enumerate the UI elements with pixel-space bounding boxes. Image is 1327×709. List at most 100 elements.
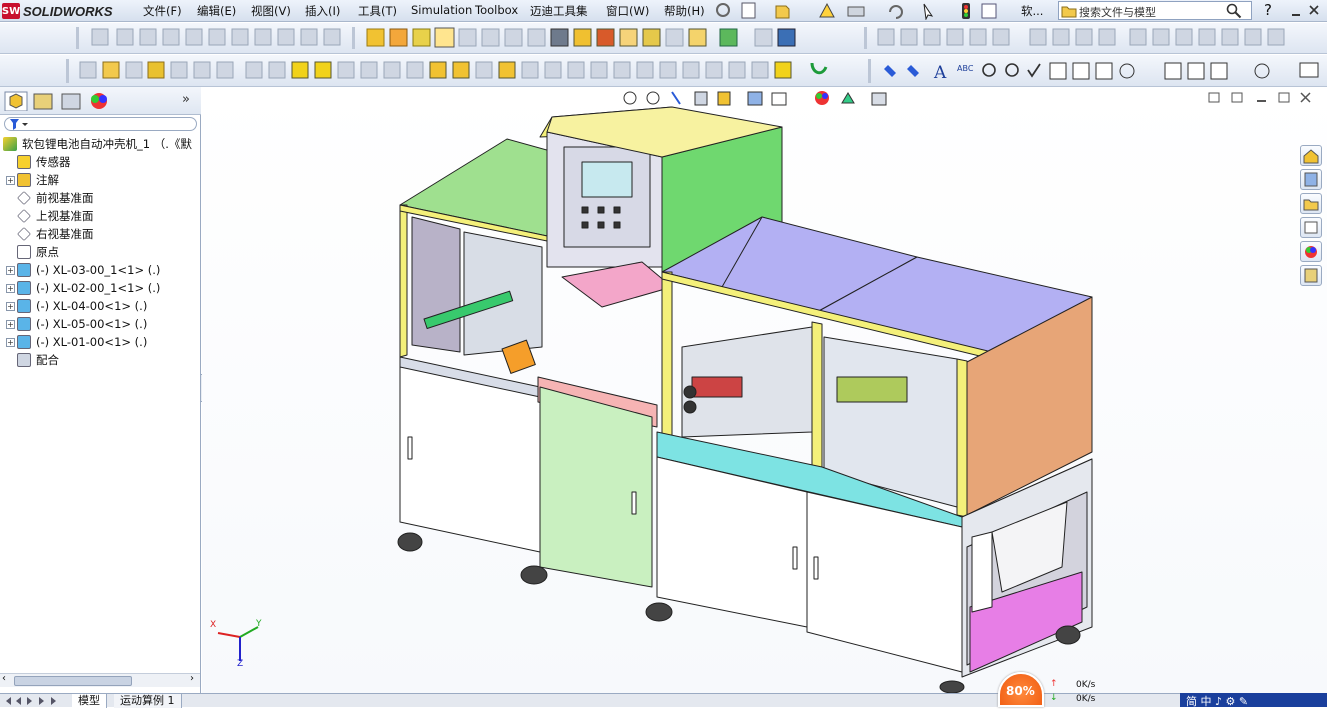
sw-logo-badge: SW [2,3,20,19]
scroll-right-icon[interactable]: › [190,673,194,684]
menu-file[interactable]: 文件(F) [143,3,182,19]
design-library-icon[interactable] [1300,169,1322,190]
expand-panel-icon[interactable]: » [182,92,190,107]
tree-expand-toggle[interactable]: + [6,175,15,185]
search-icon[interactable] [1226,3,1242,19]
tab-scroll-arrows[interactable] [2,695,68,707]
horizontal-scrollbar[interactable]: ‹ › [0,673,200,687]
select-cursor-icon [923,3,934,20]
tree-expand-toggle[interactable]: + [6,265,15,275]
menu-window[interactable]: 窗口(W) [606,3,649,19]
toolbar-1-icons [76,27,1285,49]
panel-tab-icons[interactable] [4,91,114,111]
plane-icon [17,227,31,241]
menu-insert[interactable]: 插入(I) [305,3,340,19]
custom-properties-icon[interactable] [1300,265,1322,286]
tree-item[interactable]: 原点 [6,243,59,261]
options-list-icon [981,3,997,19]
minimize-icon [1292,14,1300,16]
print-icon [847,6,865,17]
upload-arrow-icon: ↑ [1050,679,1058,689]
annotation-icon [17,173,31,187]
menu-view[interactable]: 视图(V) [251,3,291,19]
task-pane-home-icon[interactable] [1300,145,1322,166]
svg-text:ABC: ABC [957,64,974,73]
appearances-icon[interactable] [1300,241,1322,262]
pin-icon[interactable] [716,3,730,17]
plane-icon [17,209,31,223]
tree-item[interactable]: 配合 [6,351,59,369]
property-manager-tab-icon [33,93,53,110]
subassembly-icon [17,263,31,277]
tree-expand-toggle[interactable]: + [6,301,15,311]
tree-item-label: (-) XL-04-00<1> (.) [36,299,148,313]
triad-y-label: Y [256,619,262,629]
document-title: 软... [1021,4,1044,18]
tree-expand-toggle[interactable]: + [6,283,15,293]
feature-manager-panel: » 软包锂电池自动冲壳机_1 （.《默 传感器 + 注解前视基准面上视基准面右视基准… [0,87,201,693]
scroll-left-icon[interactable]: ‹ [2,673,6,684]
tree-item[interactable]: 传感器 [6,153,71,171]
quick-access-toolbar [741,2,997,20]
app-title: SOLIDWORKS [23,3,113,19]
download-speed: 0K/s [1076,694,1096,704]
tree-item[interactable]: + (-) XL-02-00_1<1> (.) [6,279,160,297]
menu-edit[interactable]: 编辑(E) [197,3,236,19]
triad-z-label: Z [237,659,244,669]
tree-item[interactable]: 上视基准面 [6,207,94,225]
search-folder-icon [1061,6,1077,18]
tree-item-label: 配合 [36,353,59,367]
tree-expand-toggle[interactable]: + [6,337,15,347]
undo-icon [889,5,903,19]
tree-item-label: 注解 [36,173,59,187]
origin-icon [17,245,31,259]
tree-item[interactable]: + (-) XL-05-00<1> (.) [6,315,147,333]
menu-toolbox[interactable]: Toolbox [475,3,518,17]
tree-item[interactable]: 右视基准面 [6,225,94,243]
tree-expand-toggle[interactable]: + [6,319,15,329]
tree-root-assembly[interactable]: 软包锂电池自动冲壳机_1 （.《默 [3,135,192,153]
network-speed-widget[interactable]: 80% ↑ ↓ 0K/s 0K/s [998,672,1110,707]
tree-item[interactable]: + 注解 [6,171,59,189]
menu-help[interactable]: 帮助(H) [664,3,705,19]
new-document-icon [741,2,756,19]
bottom-tab-bar: 模型 运动算例 1 [0,693,1327,708]
tree-item-label: (-) XL-01-00<1> (.) [36,335,148,349]
sensor-icon [17,155,31,169]
mates-icon [17,353,31,367]
filter-field[interactable] [4,117,197,131]
rebuild-icon [819,2,835,18]
scrollbar-thumb[interactable] [14,676,132,686]
graphics-viewport[interactable]: X Y Z [202,87,1327,693]
search-input[interactable]: 搜索文件与模型 [1058,1,1252,20]
machine-3d-model[interactable] [202,87,1327,693]
system-tray[interactable]: 简 中 ♪ ⚙ ✎ [1180,693,1327,708]
view-palette-icon[interactable] [1300,217,1322,238]
upload-speed: 0K/s [1076,680,1096,690]
window-controls[interactable] [1290,3,1324,19]
help-icon[interactable]: ? [1264,1,1272,19]
solidworks-logo[interactable]: SW SOLIDWORKS [2,2,130,20]
tree-item-label: (-) XL-03-00_1<1> (.) [36,263,161,277]
command-manager-toolbars[interactable]: A ABC [0,23,1327,87]
menu-simulation[interactable]: Simulation [411,3,472,17]
tree-item-label: 上视基准面 [36,209,94,223]
menu-tools[interactable]: 工具(T) [358,3,397,19]
tree-item-label: (-) XL-05-00<1> (.) [36,317,148,331]
tree-item-label: 传感器 [36,155,71,169]
configuration-manager-tab-icon [61,93,81,110]
tree-item-label: (-) XL-02-00_1<1> (.) [36,281,161,295]
filter-icon [10,119,28,130]
tree-item[interactable]: + (-) XL-04-00<1> (.) [6,297,147,315]
tab-motion-study[interactable]: 运动算例 1 [114,694,182,708]
tree-item[interactable]: + (-) XL-01-00<1> (.) [6,333,147,351]
tab-model[interactable]: 模型 [72,694,107,708]
tree-item[interactable]: + (-) XL-03-00_1<1> (.) [6,261,160,279]
tree-item[interactable]: 前视基准面 [6,189,94,207]
file-explorer-icon[interactable] [1300,193,1322,214]
toolbar-2-icons: A ABC [66,59,1319,83]
task-pane-tabs [1297,142,1327,292]
cpu-percent: 80% [1006,684,1035,698]
tree-item-label: 右视基准面 [36,227,94,241]
menu-maidi-tools[interactable]: 迈迪工具集 [530,3,588,19]
